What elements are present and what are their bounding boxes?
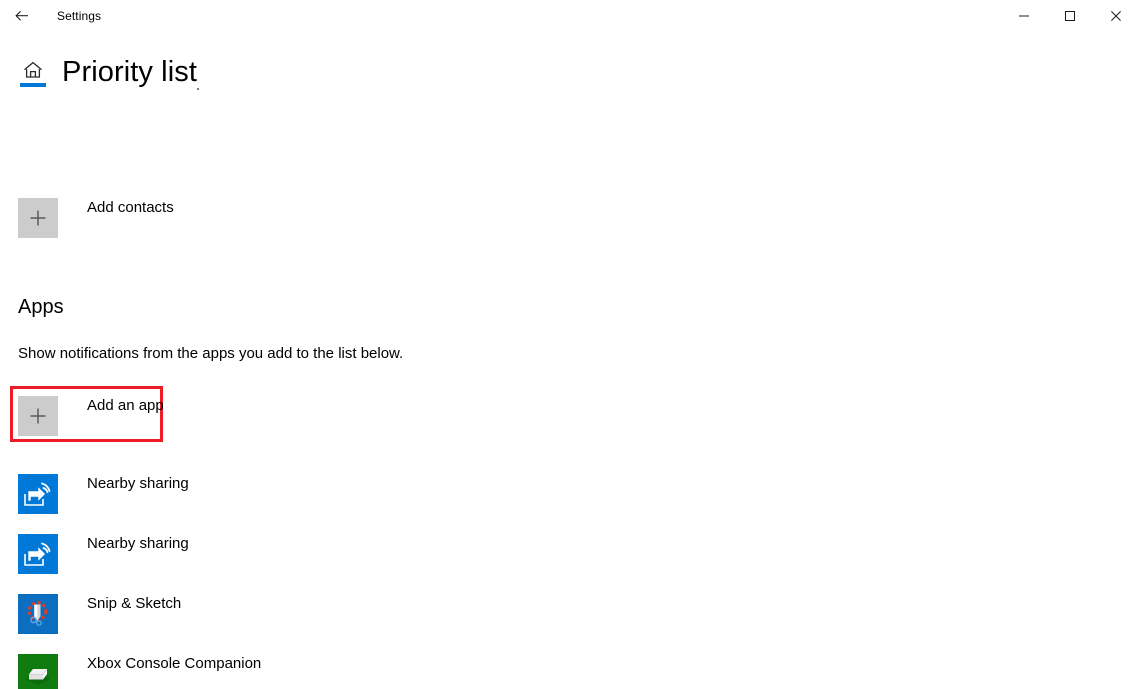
back-arrow-icon xyxy=(14,8,30,24)
home-accent-bar xyxy=(20,83,46,87)
window-controls xyxy=(1001,0,1139,32)
list-item[interactable]: Xbox Console Companion xyxy=(18,654,438,689)
settings-content: Add contacts Apps Show notifications fro… xyxy=(0,198,1139,689)
list-item[interactable]: Nearby sharing xyxy=(18,534,438,594)
plus-icon xyxy=(27,207,49,229)
minimize-icon xyxy=(1018,10,1030,22)
plus-icon xyxy=(27,405,49,427)
app-name: Xbox Console Companion xyxy=(87,655,262,672)
close-button[interactable] xyxy=(1093,0,1139,32)
maximize-button[interactable] xyxy=(1047,0,1093,32)
add-contacts-plus-box xyxy=(18,198,58,238)
apps-section-description: Show notifications from the apps you add… xyxy=(18,345,404,362)
list-item[interactable]: Snip & Sketch xyxy=(18,594,438,654)
home-icon xyxy=(22,59,44,86)
app-list: Nearby sharing Nearby sharing Snip & Ske… xyxy=(18,474,1139,689)
app-name: Nearby sharing xyxy=(87,475,189,492)
add-an-app-button[interactable]: Add an app xyxy=(18,396,164,436)
add-contacts-button[interactable]: Add contacts xyxy=(18,198,318,246)
add-contacts-label: Add contacts xyxy=(87,199,174,216)
nearby-sharing-icon xyxy=(18,534,58,574)
back-button[interactable] xyxy=(0,0,44,32)
app-name: Nearby sharing xyxy=(87,535,189,552)
window-title: Settings xyxy=(57,9,102,23)
stray-dot xyxy=(197,88,199,90)
page-title: Priority list xyxy=(62,55,198,88)
page-header: Priority list xyxy=(0,50,1139,94)
close-icon xyxy=(1110,10,1122,22)
maximize-icon xyxy=(1064,10,1076,22)
add-an-app-container: Add an app xyxy=(10,386,171,452)
app-name: Snip & Sketch xyxy=(87,595,182,612)
title-bar: Settings xyxy=(0,0,1139,32)
add-an-app-plus-box xyxy=(18,396,58,436)
minimize-button[interactable] xyxy=(1001,0,1047,32)
list-item[interactable]: Nearby sharing xyxy=(18,474,438,534)
snip-and-sketch-icon xyxy=(18,594,58,634)
apps-section-heading: Apps xyxy=(18,296,64,318)
nearby-sharing-icon xyxy=(18,474,58,514)
xbox-console-companion-icon xyxy=(18,654,58,689)
add-an-app-label: Add an app xyxy=(87,397,164,414)
